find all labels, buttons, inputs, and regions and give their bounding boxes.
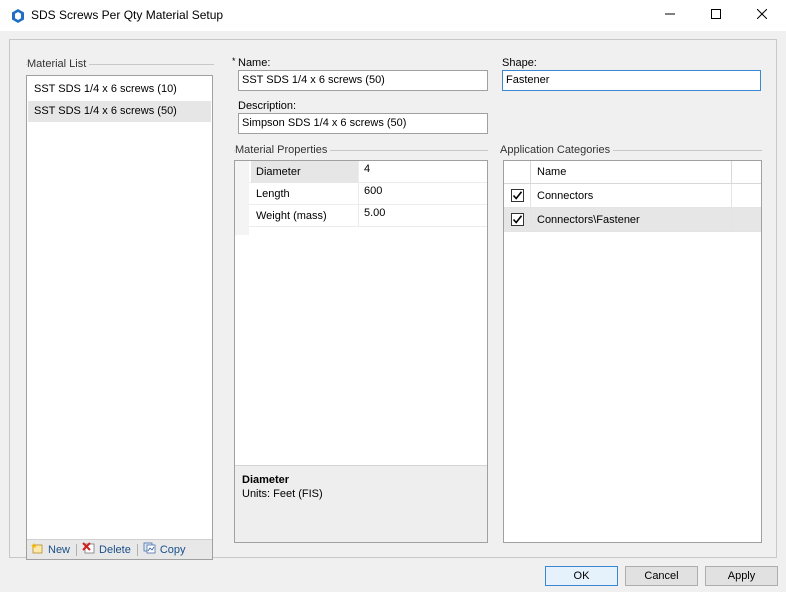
- property-row-length[interactable]: Length 600: [235, 183, 487, 205]
- cancel-button[interactable]: Cancel: [625, 566, 698, 586]
- grid-header: Name: [504, 161, 761, 184]
- property-name: Diameter: [251, 161, 359, 183]
- material-properties-label: Material Properties: [235, 144, 331, 156]
- new-label: New: [48, 543, 71, 556]
- row-gutter: [235, 205, 249, 227]
- material-list-toolbar: New Delete Copy: [27, 539, 212, 559]
- row-gutter: [235, 183, 249, 205]
- dialog-body: Material List SST SDS 1/4 x 6 screws (10…: [0, 31, 786, 592]
- copy-button[interactable]: Copy: [143, 542, 186, 557]
- list-item-label: SST SDS 1/4 x 6 screws (10): [34, 83, 177, 95]
- close-icon: [756, 8, 768, 22]
- property-help-panel: Diameter Units: Feet (FIS): [235, 465, 487, 542]
- property-value[interactable]: 600: [361, 183, 382, 205]
- category-checkbox[interactable]: [511, 189, 524, 202]
- help-title: Diameter: [242, 474, 290, 486]
- toolbar-separator: [136, 543, 138, 556]
- description-input[interactable]: Simpson SDS 1/4 x 6 screws (50): [238, 113, 488, 134]
- material-list[interactable]: SST SDS 1/4 x 6 screws (10) SST SDS 1/4 …: [26, 75, 213, 560]
- name-column-header[interactable]: Name: [537, 161, 566, 184]
- property-value[interactable]: 4: [361, 161, 370, 183]
- new-icon: [31, 542, 48, 557]
- category-row-connectors[interactable]: Connectors: [504, 184, 761, 208]
- category-checkbox[interactable]: [511, 213, 524, 226]
- shape-input[interactable]: Fastener: [502, 70, 761, 91]
- delete-button[interactable]: Delete: [82, 542, 131, 557]
- maximize-button[interactable]: [693, 0, 739, 31]
- minimize-icon: [665, 9, 675, 22]
- app-logo-icon: [10, 8, 26, 24]
- minimize-button[interactable]: [647, 0, 693, 31]
- description-label: Description:: [238, 100, 297, 112]
- new-button[interactable]: New: [31, 542, 70, 557]
- window-title: SDS Screws Per Qty Material Setup: [31, 8, 224, 22]
- material-properties-grid[interactable]: Diameter 4 Length 600 Weight (mass) 5.00…: [234, 160, 488, 543]
- check-cell: [504, 184, 531, 208]
- category-row-fastener[interactable]: Connectors\Fastener: [504, 208, 761, 232]
- shape-label: Shape:: [502, 57, 537, 69]
- title-bar: SDS Screws Per Qty Material Setup: [0, 0, 786, 31]
- name-label: Name:: [238, 57, 271, 69]
- checkbox-column-header[interactable]: [504, 161, 531, 184]
- category-name: Connectors\Fastener: [537, 214, 640, 226]
- help-text: Units: Feet (FIS): [242, 488, 323, 500]
- close-button[interactable]: [739, 0, 785, 31]
- ok-button[interactable]: OK: [545, 566, 618, 586]
- delete-icon: [82, 542, 99, 557]
- property-row-weight[interactable]: Weight (mass) 5.00: [235, 205, 487, 227]
- copy-label: Copy: [159, 543, 186, 556]
- name-input[interactable]: SST SDS 1/4 x 6 screws (50): [238, 70, 488, 91]
- column-divider: [731, 161, 732, 184]
- content-panel: Material List SST SDS 1/4 x 6 screws (10…: [9, 39, 777, 560]
- delete-label: Delete: [99, 543, 131, 556]
- row-gutter: [235, 227, 249, 235]
- column-divider: [731, 184, 732, 208]
- column-divider: [731, 208, 732, 232]
- apply-button[interactable]: Apply: [705, 566, 778, 586]
- material-list-label: Material List: [27, 58, 90, 70]
- required-marker: *: [232, 56, 236, 66]
- property-value[interactable]: 5.00: [361, 205, 385, 227]
- property-name: Length: [251, 183, 359, 205]
- copy-icon: [143, 542, 160, 557]
- category-name: Connectors: [537, 190, 594, 202]
- property-row-diameter[interactable]: Diameter 4: [235, 161, 487, 183]
- application-categories-label: Application Categories: [500, 144, 614, 156]
- list-item[interactable]: SST SDS 1/4 x 6 screws (10): [28, 79, 211, 100]
- toolbar-separator: [76, 543, 78, 556]
- application-categories-grid[interactable]: Name Connectors Connectors\Fastener: [503, 160, 762, 543]
- maximize-icon: [711, 9, 721, 22]
- list-item-label: SST SDS 1/4 x 6 screws (50): [34, 105, 177, 117]
- check-cell: [504, 208, 531, 232]
- property-name: Weight (mass): [251, 205, 359, 227]
- list-item-selected[interactable]: SST SDS 1/4 x 6 screws (50): [28, 101, 211, 122]
- row-gutter: [235, 161, 249, 183]
